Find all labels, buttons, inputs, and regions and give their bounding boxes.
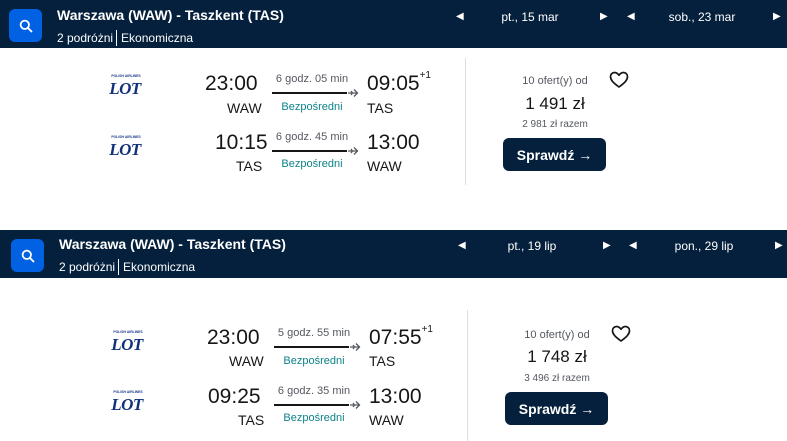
return-date[interactable]: pon., 29 lip	[654, 239, 754, 253]
depart-date[interactable]: pt., 19 lip	[482, 239, 582, 253]
inbound-stops: Bezpośredni	[281, 158, 343, 170]
inbound-arrival-time: 13:00	[367, 131, 420, 154]
chevron-left-icon: ◀	[458, 240, 466, 251]
check-deal-button[interactable]: Sprawdź →	[503, 138, 606, 171]
chevron-right-icon: ▶	[603, 240, 611, 251]
airline-tagline: POLISH AIRLINES	[113, 330, 143, 334]
outbound-departure-time: 23:00	[207, 326, 260, 349]
travellers-count: 2 podróżni	[59, 260, 116, 274]
depart-prev-date-button[interactable]: ◀	[458, 240, 466, 252]
search-button[interactable]	[11, 239, 44, 272]
inbound-destination: WAW	[369, 412, 404, 428]
divider	[118, 259, 120, 275]
heart-icon[interactable]	[611, 324, 631, 344]
total-price: 3 496 zł razem	[524, 373, 590, 384]
price: 1 748 zł	[527, 347, 587, 366]
depart-date[interactable]: pt., 15 mar	[480, 10, 580, 24]
return-date[interactable]: sob., 23 mar	[652, 10, 752, 24]
day-offset: +1	[421, 324, 433, 335]
day-offset: +1	[419, 70, 431, 81]
plane-icon	[348, 147, 359, 155]
chevron-right-icon: ▶	[773, 11, 781, 22]
lot-logo: POLISH AIRLINES LOT	[108, 74, 142, 96]
outbound-arrival-time: 09:05+1	[367, 70, 431, 96]
lot-logo: POLISH AIRLINES LOT	[110, 390, 144, 412]
chevron-right-icon: ▶	[775, 240, 783, 251]
card-divider	[465, 58, 466, 185]
inbound-arrival-time: 13:00	[369, 385, 422, 408]
divider	[116, 30, 118, 46]
return-prev-date-button[interactable]: ◀	[627, 11, 635, 23]
outbound-duration: 6 godz. 05 min	[275, 73, 349, 85]
outbound-duration: 5 godz. 55 min	[277, 327, 351, 339]
lot-logo: POLISH AIRLINES LOT	[110, 330, 144, 352]
heart-icon[interactable]	[609, 70, 629, 90]
airline-name: LOT	[110, 395, 144, 412]
arrival-time-text: 07:55	[369, 326, 422, 349]
airline-tagline: POLISH AIRLINES	[113, 390, 143, 394]
offers-count: 10 ofert(y) od	[524, 329, 590, 341]
inbound-departure-time: 10:15	[215, 131, 268, 154]
depart-prev-date-button[interactable]: ◀	[456, 11, 464, 23]
offers-count: 10 ofert(y) od	[522, 75, 588, 87]
chevron-left-icon: ◀	[627, 11, 635, 22]
outbound-departure-time: 23:00	[205, 72, 258, 95]
arrival-time-text: 09:05	[367, 72, 420, 95]
outbound-route-line	[274, 346, 349, 348]
inbound-stops: Bezpośredni	[283, 412, 345, 424]
inbound-duration: 6 godz. 35 min	[277, 385, 351, 397]
outbound-arrival-time: 07:55+1	[369, 324, 433, 350]
plane-icon	[348, 89, 359, 97]
total-price: 2 981 zł razem	[522, 119, 588, 130]
chevron-left-icon: ◀	[456, 11, 464, 22]
outbound-origin: WAW	[227, 100, 262, 116]
depart-next-date-button[interactable]: ▶	[603, 240, 611, 252]
return-next-date-button[interactable]: ▶	[773, 11, 781, 23]
passengers-cabin: 2 podróżni Ekonomiczna	[57, 30, 193, 46]
inbound-destination: WAW	[367, 158, 402, 174]
outbound-destination: TAS	[367, 100, 394, 116]
travellers-count: 2 podróżni	[57, 31, 114, 45]
outbound-stops: Bezpośredni	[281, 101, 343, 113]
airline-tagline: POLISH AIRLINES	[111, 135, 141, 139]
outbound-route-line	[272, 92, 347, 94]
airline-tagline: POLISH AIRLINES	[111, 74, 141, 78]
search-summary-bar[interactable]: Warszawa (WAW) - Taszkent (TAS) 2 podróż…	[0, 230, 787, 278]
inbound-departure-time: 09:25	[208, 385, 261, 408]
lot-logo: POLISH AIRLINES LOT	[108, 135, 142, 157]
search-icon	[19, 19, 32, 32]
route-title: Warszawa (WAW) - Taszkent (TAS)	[57, 7, 284, 23]
cabin-class: Ekonomiczna	[121, 31, 194, 45]
airline-name: LOT	[108, 140, 142, 157]
flight-result-card[interactable]: POLISH AIRLINES LOT 23:00 WAW 6 godz. 05…	[0, 48, 787, 198]
chevron-right-icon: ▶	[600, 11, 608, 22]
cabin-class: Ekonomiczna	[123, 260, 196, 274]
flight-result-card[interactable]: POLISH AIRLINES LOT 23:00 WAW 5 godz. 55…	[0, 278, 787, 441]
check-deal-button[interactable]: Sprawdź →	[505, 392, 608, 425]
chevron-left-icon: ◀	[629, 240, 637, 251]
plane-icon	[350, 401, 361, 409]
airline-name: LOT	[108, 79, 142, 96]
passengers-cabin: 2 podróżni Ekonomiczna	[59, 259, 195, 275]
price: 1 491 zł	[525, 94, 585, 113]
outbound-stops: Bezpośredni	[283, 355, 345, 367]
plane-icon	[350, 343, 361, 351]
search-button[interactable]	[9, 9, 42, 42]
return-prev-date-button[interactable]: ◀	[629, 240, 637, 252]
inbound-origin: TAS	[238, 412, 265, 428]
inbound-origin: TAS	[236, 158, 263, 174]
inbound-route-line	[272, 150, 347, 152]
outbound-origin: WAW	[229, 353, 264, 369]
search-icon	[21, 249, 34, 262]
route-title: Warszawa (WAW) - Taszkent (TAS)	[59, 236, 286, 252]
outbound-destination: TAS	[369, 353, 396, 369]
card-divider	[467, 310, 468, 441]
airline-name: LOT	[110, 335, 144, 352]
search-summary-bar[interactable]: Warszawa (WAW) - Taszkent (TAS) 2 podróż…	[0, 0, 787, 48]
depart-next-date-button[interactable]: ▶	[600, 11, 608, 23]
return-next-date-button[interactable]: ▶	[775, 240, 783, 252]
inbound-route-line	[274, 404, 349, 406]
inbound-duration: 6 godz. 45 min	[275, 131, 349, 143]
